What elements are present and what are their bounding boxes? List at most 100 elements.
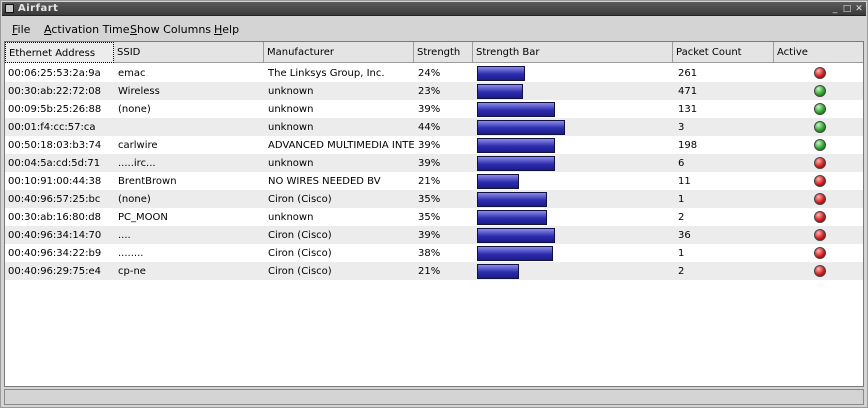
status-bar	[4, 389, 864, 405]
column-header-strength-bar[interactable]: Strength Bar	[473, 42, 673, 63]
table-row[interactable]: 00:04:5a:cd:5d:71 .....irc... unknown 39% 6	[5, 154, 863, 172]
cell-ethernet-address: 00:40:96:34:22:b9	[8, 248, 102, 259]
cell-strength: 35%	[418, 212, 441, 223]
table-row[interactable]: 00:40:96:57:25:bc (none) Ciron (Cisco) 35% 1	[5, 190, 863, 208]
inactive-indicator-icon	[814, 175, 826, 187]
cell-ssid: Wireless	[118, 86, 160, 97]
network-table: Ethernet Address SSID Manufacturer Stren…	[4, 41, 864, 387]
cell-ssid: ........	[118, 248, 144, 259]
cell-ssid: emac	[118, 68, 146, 79]
cell-ssid: (none)	[118, 104, 151, 115]
cell-ethernet-address: 00:09:5b:25:26:88	[8, 104, 102, 115]
cell-ssid: carlwire	[118, 140, 158, 151]
inactive-indicator-icon	[814, 193, 826, 205]
cell-packet-count: 198	[678, 140, 698, 151]
table-row[interactable]: 00:50:18:03:b3:74 carlwire ADVANCED MULTIM…	[5, 136, 863, 154]
menu-help[interactable]: Help	[214, 23, 239, 36]
minimize-icon[interactable]: _	[830, 4, 840, 14]
table-row[interactable]: 00:09:5b:25:26:88 (none) unknown 39% 131	[5, 100, 863, 118]
cell-packet-count: 36	[678, 230, 691, 241]
cell-strength: 38%	[418, 248, 441, 259]
cell-manufacturer: ADVANCED MULTIMEDIA INTE	[268, 140, 414, 151]
menu-show-columns[interactable]: Show Columns	[130, 23, 211, 36]
strength-bar	[477, 174, 519, 189]
table-row[interactable]: 00:10:91:00:44:38 BrentBrown NO WIRES NEED…	[5, 172, 863, 190]
cell-manufacturer: Ciron (Cisco)	[268, 230, 332, 241]
inactive-indicator-icon	[814, 157, 826, 169]
cell-manufacturer: unknown	[268, 122, 314, 133]
cell-packet-count: 3	[678, 122, 685, 133]
cell-ethernet-address: 00:10:91:00:44:38	[8, 176, 102, 187]
inactive-indicator-icon	[814, 67, 826, 79]
cell-ethernet-address: 00:04:5a:cd:5d:71	[8, 158, 101, 169]
cell-strength: 39%	[418, 140, 441, 151]
cell-ethernet-address: 00:40:96:34:14:70	[8, 230, 102, 241]
active-indicator-icon	[814, 139, 826, 151]
cell-ethernet-address: 00:30:ab:16:80:d8	[8, 212, 101, 223]
cell-ethernet-address: 00:30:ab:22:72:08	[8, 86, 101, 97]
inactive-indicator-icon	[814, 265, 826, 277]
column-header-ethernet-address[interactable]: Ethernet Address	[5, 42, 114, 63]
maximize-icon[interactable]: □	[842, 4, 852, 14]
cell-packet-count: 6	[678, 158, 685, 169]
cell-strength: 35%	[418, 194, 441, 205]
cell-packet-count: 1	[678, 194, 685, 205]
cell-manufacturer: unknown	[268, 86, 314, 97]
cell-strength: 39%	[418, 230, 441, 241]
cell-ssid: cp-ne	[118, 266, 146, 277]
cell-strength: 39%	[418, 158, 441, 169]
title-bar[interactable]: Airfart _ □ ✕	[2, 2, 866, 16]
menu-activation-time[interactable]: Activation Time	[44, 23, 130, 36]
inactive-indicator-icon	[814, 247, 826, 259]
inactive-indicator-icon	[814, 211, 826, 223]
table-row[interactable]: 00:30:ab:22:72:08 Wireless unknown 23% 471	[5, 82, 863, 100]
cell-manufacturer: unknown	[268, 158, 314, 169]
cell-manufacturer: The Linksys Group, Inc.	[268, 68, 385, 79]
column-header-packet-count[interactable]: Packet Count	[673, 42, 774, 63]
strength-bar	[477, 66, 525, 81]
cell-packet-count: 2	[678, 266, 685, 277]
strength-bar	[477, 228, 555, 243]
cell-ssid: (none)	[118, 194, 151, 205]
cell-ssid: BrentBrown	[118, 176, 177, 187]
cell-ssid: ....	[118, 230, 131, 241]
strength-bar	[477, 84, 523, 99]
active-indicator-icon	[814, 121, 826, 133]
menu-file[interactable]: File	[12, 23, 30, 36]
cell-packet-count: 261	[678, 68, 698, 79]
table-row[interactable]: 00:06:25:53:2a:9a emac The Linksys Group, …	[5, 64, 863, 82]
cell-manufacturer: Ciron (Cisco)	[268, 248, 332, 259]
table-row[interactable]: 00:40:96:34:22:b9........ Ciron (Cisco) 38…	[5, 244, 863, 262]
cell-packet-count: 471	[678, 86, 698, 97]
column-header-manufacturer[interactable]: Manufacturer	[264, 42, 414, 63]
window-menu-icon[interactable]	[5, 4, 14, 13]
column-header-ssid[interactable]: SSID	[114, 42, 264, 63]
strength-bar	[477, 120, 565, 135]
cell-strength: 21%	[418, 176, 441, 187]
column-header-strength[interactable]: Strength	[414, 42, 473, 63]
strength-bar	[477, 246, 553, 261]
active-indicator-icon	[814, 103, 826, 115]
strength-bar	[477, 192, 547, 207]
cell-packet-count: 11	[678, 176, 691, 187]
cell-ethernet-address: 00:06:25:53:2a:9a	[8, 68, 101, 79]
table-row[interactable]: 00:40:96:34:14:70.... Ciron (Cisco) 39% 36	[5, 226, 863, 244]
cell-ethernet-address: 00:01:f4:cc:57:ca	[8, 122, 96, 133]
cell-packet-count: 2	[678, 212, 685, 223]
active-indicator-icon	[814, 85, 826, 97]
strength-bar	[477, 138, 555, 153]
close-icon[interactable]: ✕	[854, 4, 864, 14]
cell-manufacturer: Ciron (Cisco)	[268, 266, 332, 277]
table-row[interactable]: 00:40:96:29:75:e4 cp-ne Ciron (Cisco) 21% 2	[5, 262, 863, 280]
table-row[interactable]: 00:30:ab:16:80:d8 PC_MOON unknown 35% 2	[5, 208, 863, 226]
cell-manufacturer: NO WIRES NEEDED BV	[268, 176, 381, 187]
strength-bar	[477, 264, 519, 279]
cell-packet-count: 1	[678, 248, 685, 259]
cell-ethernet-address: 00:50:18:03:b3:74	[8, 140, 102, 151]
strength-bar	[477, 102, 555, 117]
app-window: Airfart _ □ ✕ File Activation Time Show …	[0, 0, 868, 408]
column-header-active[interactable]: Active	[774, 42, 863, 63]
table-row[interactable]: 00:01:f4:cc:57:ca unknown 44% 3	[5, 118, 863, 136]
cell-ethernet-address: 00:40:96:29:75:e4	[8, 266, 101, 277]
window-title: Airfart	[18, 3, 59, 14]
